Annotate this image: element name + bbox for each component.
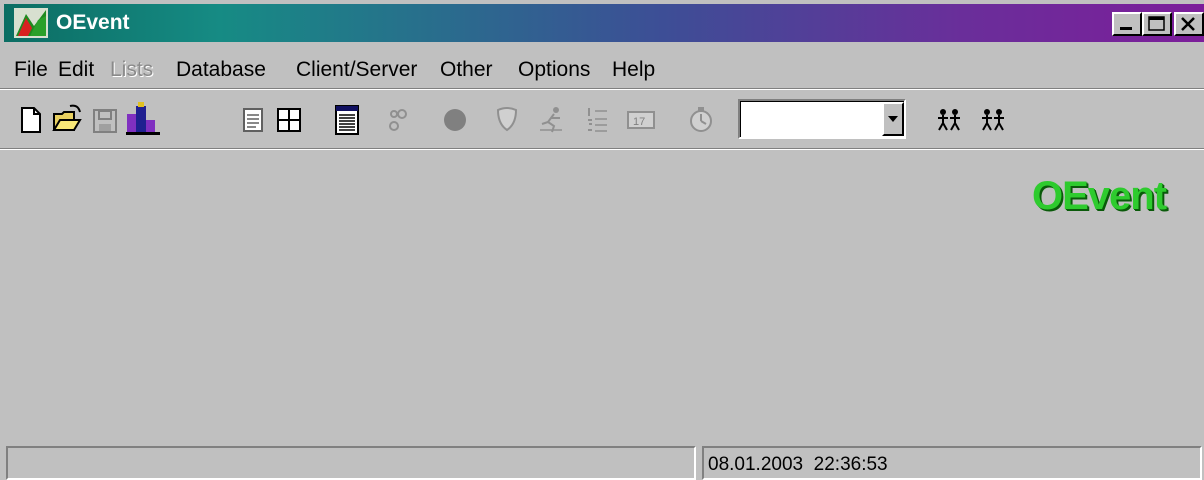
event-select-dropdown-button[interactable] <box>882 102 904 136</box>
menu-options[interactable]: Options <box>518 58 590 82</box>
minimize-icon <box>1120 27 1132 30</box>
runner-button[interactable] <box>534 100 568 140</box>
circle-icon <box>444 109 466 131</box>
status-bar: 08.01.2003 22:36:53 <box>0 440 1204 480</box>
menu-other[interactable]: Other <box>440 58 493 82</box>
numbered-list-icon <box>588 108 607 132</box>
open-folder-icon <box>52 104 82 131</box>
calendar-icon: 17 <box>627 111 655 129</box>
punch-button[interactable] <box>438 100 472 140</box>
event-select-field <box>740 101 904 137</box>
save-disk-icon <box>93 109 117 133</box>
menu-help[interactable]: Help <box>612 58 655 82</box>
menu-lists[interactable]: Lists <box>110 58 153 82</box>
teams-button[interactable] <box>932 100 966 140</box>
status-pane-datetime: 08.01.2003 22:36:53 <box>702 446 1202 480</box>
save-button[interactable] <box>88 100 122 140</box>
close-icon <box>1181 17 1195 31</box>
dropdown-arrow-icon <box>888 116 898 122</box>
list-report-icon <box>335 105 359 135</box>
open-button[interactable] <box>50 100 84 140</box>
toolbar-divider <box>0 88 1204 90</box>
runner-icon <box>540 107 562 133</box>
shield-button[interactable] <box>490 100 524 140</box>
main-window: OEvent File Edit Lists Database Client/S… <box>0 0 1204 480</box>
maximize-button[interactable] <box>1142 12 1172 36</box>
status-pane-left <box>6 446 696 480</box>
calendar-button[interactable]: 17 <box>624 100 658 140</box>
new-document-icon <box>21 107 41 133</box>
controls-icon <box>389 109 407 131</box>
close-button[interactable] <box>1174 12 1204 36</box>
event-select[interactable] <box>738 99 906 139</box>
results-button[interactable] <box>124 100 160 140</box>
toolbar: 17 <box>0 92 1204 148</box>
report-button[interactable] <box>330 100 364 140</box>
toolbar-bottom-divider <box>0 148 1204 150</box>
menu-client-server[interactable]: Client/Server <box>296 58 417 82</box>
ranking-button[interactable] <box>580 100 614 140</box>
svg-text:17: 17 <box>633 116 645 128</box>
relay-teams-button[interactable] <box>976 100 1010 140</box>
new-button[interactable] <box>14 100 48 140</box>
shield-icon <box>496 107 518 132</box>
window-title: OEvent <box>56 11 130 34</box>
app-logo-icon <box>14 8 48 38</box>
controls-button[interactable] <box>382 100 416 140</box>
menu-file[interactable]: File <box>14 58 48 82</box>
grid-table-icon <box>277 108 301 132</box>
timer-button[interactable] <box>684 100 718 140</box>
maximize-icon <box>1148 16 1165 31</box>
status-datetime: 08.01.2003 22:36:53 <box>708 454 888 475</box>
menu-database[interactable]: Database <box>176 58 266 82</box>
relay-teams-icon <box>982 109 1004 131</box>
teams-icon <box>938 109 960 131</box>
podium-icon <box>126 102 160 135</box>
oevent-logo: OEvent <box>1032 174 1167 218</box>
form-button[interactable] <box>236 100 270 140</box>
minimize-button[interactable] <box>1112 12 1142 36</box>
form-document-icon <box>243 108 263 132</box>
stopwatch-icon <box>690 107 712 132</box>
menu-edit[interactable]: Edit <box>58 58 94 82</box>
title-bar[interactable]: OEvent <box>4 4 1204 42</box>
grid-button[interactable] <box>272 100 306 140</box>
menu-bar: File Edit Lists Database Client/Server O… <box>4 52 1200 88</box>
